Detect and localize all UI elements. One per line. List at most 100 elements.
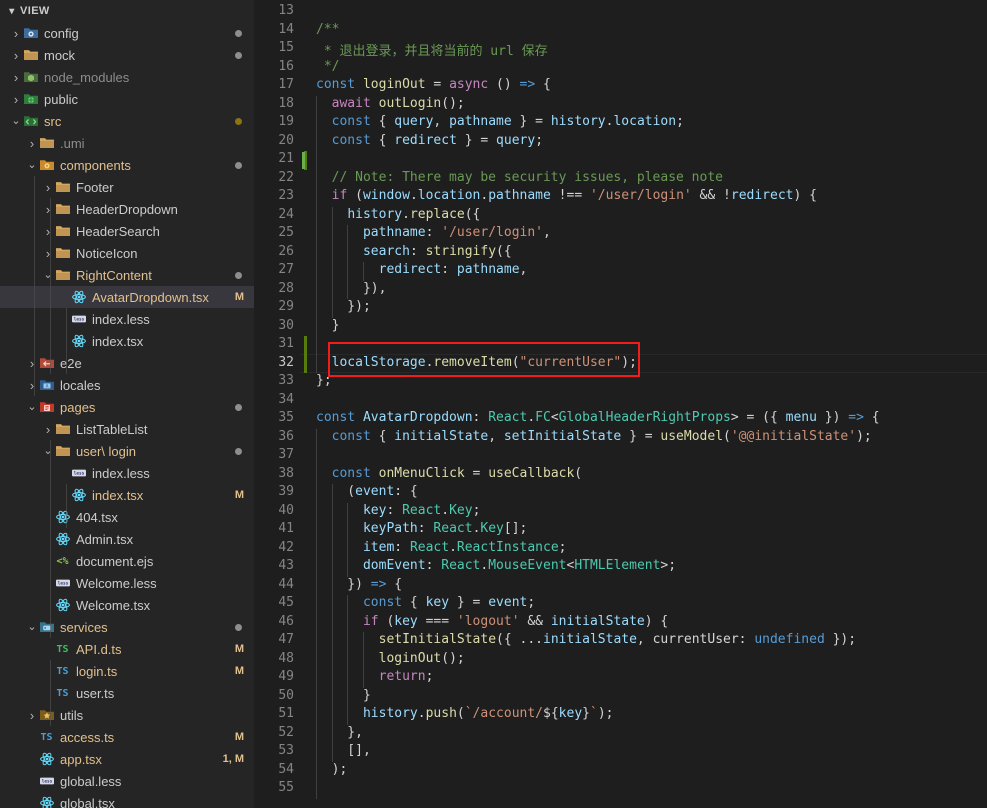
code-line[interactable]: /** — [316, 22, 987, 37]
tree-folder-item[interactable]: ⌄ RightContent — [0, 264, 254, 286]
chevron-right-icon[interactable]: › — [26, 136, 38, 151]
code-line[interactable]: history.push(`/account/${key}`); — [316, 706, 987, 721]
code-line[interactable]: item: React.ReactInstance; — [316, 540, 987, 555]
tree-folder-item[interactable]: › ListTableList — [0, 418, 254, 440]
tree-file-item[interactable]: ›index.tsx — [0, 330, 254, 352]
tree-file-item[interactable]: ›global.tsx — [0, 792, 254, 808]
tree-folder-item[interactable]: ⌄ components — [0, 154, 254, 176]
code-line[interactable]: key: React.Key; — [316, 503, 987, 518]
code-line[interactable]: const { key } = event; — [316, 595, 987, 610]
tree-file-item[interactable]: ›Admin.tsx — [0, 528, 254, 550]
code-line[interactable]: ); — [316, 762, 987, 777]
code-line[interactable]: const { initialState, setInitialState } … — [316, 429, 987, 444]
chevron-right-icon[interactable]: › — [10, 70, 22, 85]
chevron-down-icon[interactable]: ▾ — [4, 6, 20, 17]
code-line[interactable]: } — [316, 688, 987, 703]
tree-folder-item[interactable]: › HeaderDropdown — [0, 198, 254, 220]
code-line[interactable]: }) => { — [316, 577, 987, 592]
code-line[interactable]: // Note: There may be security issues, p… — [316, 170, 987, 185]
code-line[interactable]: history.replace({ — [316, 207, 987, 222]
chevron-right-icon[interactable]: › — [10, 92, 22, 107]
chevron-right-icon[interactable]: › — [42, 180, 54, 195]
tree-folder-item[interactable]: › Alocales — [0, 374, 254, 396]
file-tree[interactable]: › config › mock › node_modules › public ⌄ src › .um… — [0, 22, 254, 808]
chevron-down-icon[interactable]: ⌄ — [42, 446, 54, 457]
code-line[interactable]: [], — [316, 743, 987, 758]
code-line[interactable]: await outLogin(); — [316, 96, 987, 111]
tree-file-item[interactable]: ›AvatarDropdown.tsxM — [0, 286, 254, 308]
tree-file-item[interactable]: ›lessWelcome.less — [0, 572, 254, 594]
chevron-right-icon[interactable]: › — [42, 224, 54, 239]
chevron-right-icon[interactable]: › — [26, 378, 38, 393]
tree-folder-item[interactable]: › Footer — [0, 176, 254, 198]
chevron-down-icon[interactable]: ⌄ — [10, 116, 22, 127]
code-line[interactable]: pathname: '/user/login', — [316, 225, 987, 240]
tree-file-item[interactable]: ›404.tsx — [0, 506, 254, 528]
code-content[interactable]: 13 14 /** 15 * 退出登录，并且将当前的 url 保存 16 */ 17 con… — [254, 0, 987, 808]
code-line[interactable]: }; — [316, 373, 987, 388]
code-line[interactable]: const loginOut = async () => { — [316, 77, 987, 92]
tree-file-item[interactable]: ›TSuser.ts — [0, 682, 254, 704]
code-line[interactable]: const onMenuClick = useCallback( — [316, 466, 987, 481]
tree-file-item[interactable]: ›lessindex.less — [0, 308, 254, 330]
code-line[interactable]: const { redirect } = query; — [316, 133, 987, 148]
chevron-down-icon[interactable]: ⌄ — [26, 402, 38, 413]
chevron-right-icon[interactable]: › — [26, 708, 38, 723]
code-line[interactable]: localStorage.removeItem("currentUser"); — [316, 355, 987, 370]
chevron-right-icon[interactable]: › — [42, 246, 54, 261]
chevron-right-icon[interactable]: › — [42, 422, 54, 437]
tree-file-item[interactable]: ›index.tsxM — [0, 484, 254, 506]
line-number: 33 — [278, 373, 294, 388]
code-line[interactable]: const { query, pathname } = history.loca… — [316, 114, 987, 129]
code-line[interactable]: return; — [316, 669, 987, 684]
tree-folder-item[interactable]: › utils — [0, 704, 254, 726]
tree-file-item[interactable]: › .umi — [0, 132, 254, 154]
tree-folder-item[interactable]: › config — [0, 22, 254, 44]
code-line[interactable]: search: stringify({ — [316, 244, 987, 259]
code-line[interactable]: loginOut(); — [316, 651, 987, 666]
svg-text:A: A — [45, 384, 48, 390]
chevron-right-icon[interactable]: › — [10, 26, 22, 41]
tree-folder-item[interactable]: › node_modules — [0, 66, 254, 88]
tree-folder-item[interactable]: › NoticeIcon — [0, 242, 254, 264]
tree-file-item[interactable]: ›app.tsx1, M — [0, 748, 254, 770]
tree-file-item[interactable]: ›lessindex.less — [0, 462, 254, 484]
code-line[interactable]: if (key === 'logout' && initialState) { — [316, 614, 987, 629]
chevron-right-icon[interactable]: › — [42, 202, 54, 217]
tree-folder-item[interactable]: ⌄ user\ login — [0, 440, 254, 462]
tree-file-item[interactable]: ›TSAPI.d.tsM — [0, 638, 254, 660]
tree-folder-item[interactable]: ⌄ src — [0, 110, 254, 132]
code-line[interactable]: * 退出登录，并且将当前的 url 保存 — [316, 40, 987, 59]
code-line[interactable]: */ — [316, 59, 987, 74]
tree-file-item[interactable]: ›TSaccess.tsM — [0, 726, 254, 748]
chevron-down-icon[interactable]: ⌄ — [26, 160, 38, 171]
tree-file-item[interactable]: ›lessglobal.less — [0, 770, 254, 792]
chevron-right-icon[interactable]: › — [26, 356, 38, 371]
tree-file-item[interactable]: ›<%document.ejs — [0, 550, 254, 572]
tree-folder-item[interactable]: ⌄ pages — [0, 396, 254, 418]
explorer-section-header[interactable]: ▾ VIEW — [0, 0, 254, 22]
code-line[interactable]: keyPath: React.Key[]; — [316, 521, 987, 536]
code-line[interactable]: (event: { — [316, 484, 987, 499]
tree-folder-item[interactable]: ⌄ services — [0, 616, 254, 638]
code-line[interactable]: } — [316, 318, 987, 333]
code-line[interactable]: if (window.location.pathname !== '/user/… — [316, 188, 987, 203]
code-line[interactable]: const AvatarDropdown: React.FC<GlobalHea… — [316, 410, 987, 425]
tree-folder-item[interactable]: › public — [0, 88, 254, 110]
code-line[interactable]: redirect: pathname, — [316, 262, 987, 277]
code-line[interactable]: }), — [316, 281, 987, 296]
tree-folder-item[interactable]: › e2e — [0, 352, 254, 374]
code-line[interactable]: setInitialState({ ...initialState, curre… — [316, 632, 987, 647]
chevron-down-icon[interactable]: ⌄ — [26, 622, 38, 633]
tree-file-item[interactable]: ›Welcome.tsx — [0, 594, 254, 616]
tree-folder-item[interactable]: › mock — [0, 44, 254, 66]
tree-file-item[interactable]: ›TSlogin.tsM — [0, 660, 254, 682]
explorer-sidebar[interactable]: ▾ VIEW › config › mock › node_modules › public ⌄… — [0, 0, 254, 808]
chevron-down-icon[interactable]: ⌄ — [42, 270, 54, 281]
code-line[interactable]: domEvent: React.MouseEvent<HTMLElement>; — [316, 558, 987, 573]
code-line[interactable]: }, — [316, 725, 987, 740]
code-line[interactable]: }); — [316, 299, 987, 314]
code-editor[interactable]: 13 14 /** 15 * 退出登录，并且将当前的 url 保存 16 */ 17 con… — [254, 0, 987, 808]
chevron-right-icon[interactable]: › — [10, 48, 22, 63]
tree-folder-item[interactable]: › HeaderSearch — [0, 220, 254, 242]
